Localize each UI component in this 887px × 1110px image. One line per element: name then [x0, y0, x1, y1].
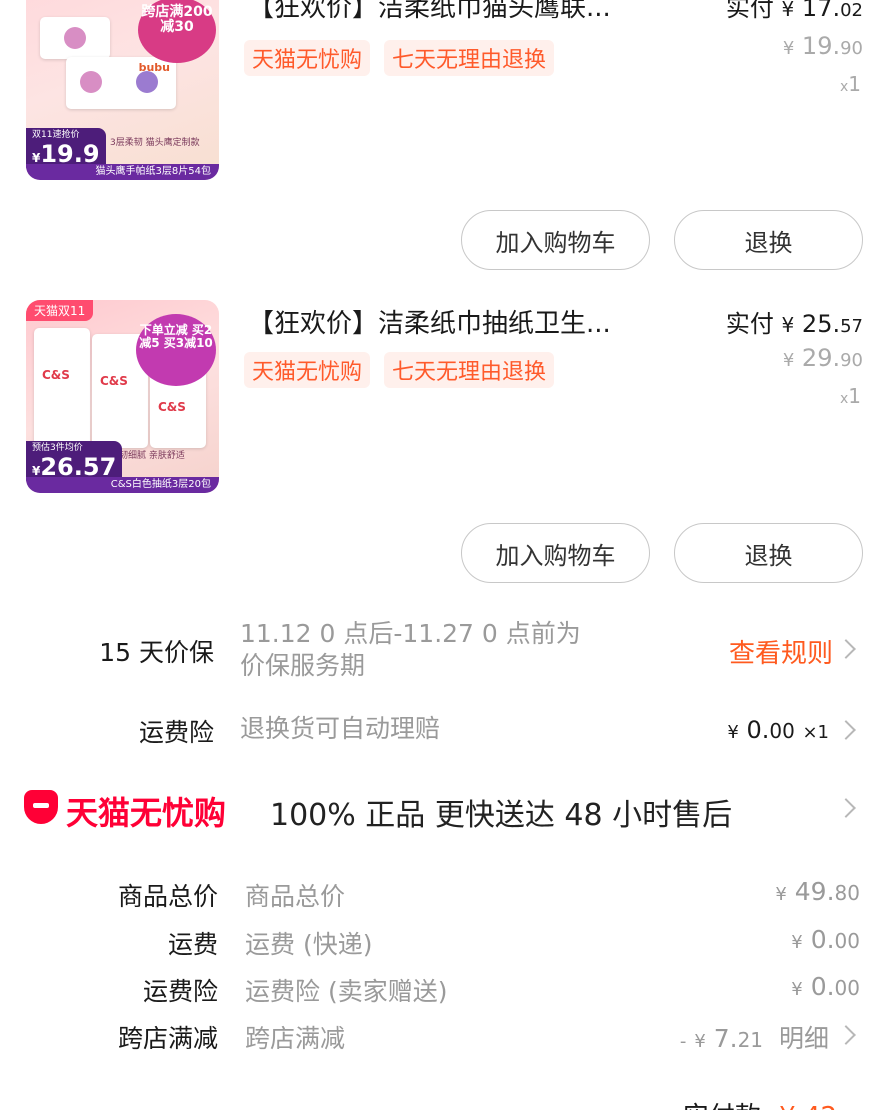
return-exchange-button[interactable]: 退换 [674, 523, 863, 583]
promo-badge: 下单立减 买2减5 买3减10 [136, 314, 216, 386]
tag-tmall-worry-free: 天猫无忧购 [244, 352, 371, 388]
tmall-worry-free-brand: 天猫无忧购 [66, 794, 227, 832]
shipping-insurance-label: 运费险 [138, 718, 214, 747]
shipping-insurance-desc: 退换货可自动理赔 [240, 714, 441, 743]
shipping-insurance-value: ¥ 0.00 ×1 [727, 716, 829, 744]
product-title[interactable]: 【狂欢价】洁柔纸巾猫头鹰联... [248, 0, 688, 24]
return-exchange-button[interactable]: 退换 [674, 210, 863, 270]
chevron-right-icon [836, 639, 856, 659]
tag-seven-day-return: 七天无理由退换 [384, 40, 555, 76]
summary-desc: 运费 (快递) [245, 930, 373, 959]
summary-label: 运费险 [142, 977, 218, 1006]
summary-value: ¥ 49.80 [775, 877, 860, 906]
summary-desc: 跨店满减 [245, 1024, 346, 1053]
chevron-right-icon [836, 798, 856, 818]
original-price: ¥ 29.90 [782, 344, 863, 372]
thumb-strip-label: 猫头鹰手帕纸3层8片54包 [26, 164, 219, 180]
promo-badge: 跨店满200减30 [138, 0, 216, 63]
thumb-price-badge: 预估3件均价 ¥26.57 [26, 441, 123, 481]
service-tags: 天猫无忧购 七天无理由退换 [244, 352, 555, 388]
tissue-pack-image [40, 17, 110, 59]
summary-value: ¥ 0.00 [791, 972, 860, 1001]
chevron-right-icon [836, 720, 856, 740]
paid-price: 实付 ¥ 17.02 [725, 0, 863, 22]
discount-value: - ¥ 7.21 明细 [679, 1024, 829, 1053]
details-link[interactable]: 明细 [779, 1024, 829, 1053]
total-paid-partial: 实付款 ¥ 42 [683, 1096, 837, 1110]
service-tags: 天猫无忧购 七天无理由退换 [244, 40, 555, 76]
tissue-pack-image: bubu [66, 57, 176, 109]
thumb-price-badge: 双11速抢价 ¥19.9 [26, 128, 106, 168]
summary-desc: 运费险 (卖家赠送) [245, 977, 448, 1006]
product-title[interactable]: 【狂欢价】洁柔纸巾抽纸卫生... [248, 303, 688, 340]
tag-tmall-worry-free: 天猫无忧购 [244, 40, 371, 76]
chevron-right-icon [836, 1025, 856, 1045]
tissue-pack-image: C&S [34, 328, 90, 448]
tag-seven-day-return: 七天无理由退换 [384, 352, 555, 388]
thumb-subtitle: 3层柔韧 猫头鹰定制款 [110, 138, 200, 148]
paid-price: 实付 ¥ 25.57 [725, 310, 863, 338]
price-protection-label: 15 天价保 [99, 638, 214, 667]
thumb-corner-tag: 天猫双11 [26, 300, 94, 321]
guarantee-text: 100% 正品 更快送达 48 小时售后 [270, 798, 733, 833]
price-protection-period: 11.12 0 点后-11.27 0 点前为 价保服务期 [240, 619, 581, 680]
view-rules-link[interactable]: 查看规则 [729, 633, 833, 670]
add-to-cart-button[interactable]: 加入购物车 [461, 523, 650, 583]
tmall-shield-icon [24, 790, 58, 824]
product-thumbnail[interactable]: 天猫双11 C&S C&S C&S 下单立减 买2减5 买3减10 柔韧细腻 亲… [26, 300, 219, 493]
summary-label: 商品总价 [117, 882, 218, 911]
quantity: x1 [839, 384, 861, 408]
summary-label: 跨店满减 [117, 1024, 218, 1053]
brand-logo: bubu [138, 61, 170, 74]
quantity: x1 [839, 72, 861, 96]
thumb-strip-label: C&S白色抽纸3层20包 [26, 477, 219, 493]
summary-value: ¥ 0.00 [791, 925, 860, 954]
product-thumbnail[interactable]: bubu 跨店满200减30 3层柔韧 猫头鹰定制款 双11速抢价 ¥19.9 … [26, 0, 219, 180]
add-to-cart-button[interactable]: 加入购物车 [461, 210, 650, 270]
summary-desc: 商品总价 [245, 882, 346, 911]
original-price: ¥ 19.90 [782, 32, 863, 60]
summary-label: 运费 [167, 930, 218, 959]
